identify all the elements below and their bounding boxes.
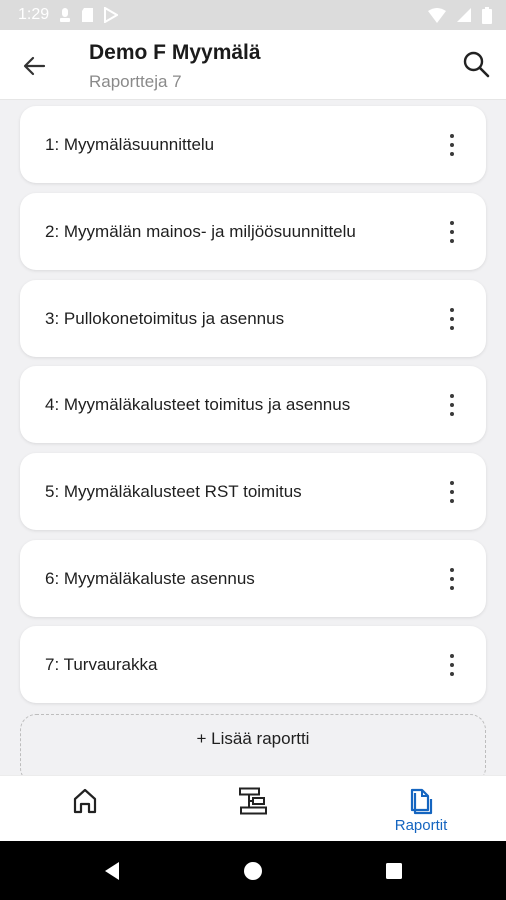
back-triangle-icon[interactable]: [99, 858, 125, 884]
wifi-icon: [428, 7, 446, 23]
signal-icon: [456, 7, 472, 23]
report-title: 3: Pullokonetoimitus ja asennus: [45, 309, 285, 328]
home-icon: [73, 788, 97, 814]
back-button[interactable]: [18, 50, 50, 82]
more-vert-icon: [450, 481, 454, 485]
nav-home[interactable]: [1, 776, 169, 842]
status-bar: 1:29: [0, 0, 506, 30]
report-card[interactable]: 2: Myymälän mainos- ja miljöösuunnittelu: [20, 193, 486, 270]
status-time: 1:29: [18, 6, 50, 23]
notification-icon: [59, 7, 71, 23]
add-report-label: + Lisää raportti: [196, 729, 310, 748]
bottom-navigation: Raportit: [0, 775, 506, 841]
add-report-button[interactable]: + Lisää raportti: [20, 714, 486, 775]
report-title: 2: Myymälän mainos- ja miljöösuunnittelu: [45, 222, 356, 241]
app-bar: Demo F Myymälä Raportteja 7: [0, 30, 506, 100]
report-title: 4: Myymäläkalusteet toimitus ja asennus: [45, 395, 351, 414]
nav-list[interactable]: [169, 776, 337, 842]
report-card[interactable]: 5: Myymäläkalusteet RST toimitus: [20, 453, 486, 530]
search-button[interactable]: [460, 48, 492, 80]
nav-reports[interactable]: Raportit: [337, 776, 505, 842]
report-title: 1: Myymäläsuunnittelu: [45, 135, 215, 154]
home-circle-icon[interactable]: [240, 858, 266, 884]
more-vert-icon: [450, 134, 454, 138]
report-title: 7: Turvaurakka: [45, 655, 158, 674]
more-options-button[interactable]: [446, 481, 458, 503]
sd-card-icon: [81, 7, 94, 23]
more-vert-icon: [450, 221, 454, 225]
page-title: Demo F Myymälä: [89, 41, 261, 64]
more-options-button[interactable]: [446, 654, 458, 676]
report-card[interactable]: 3: Pullokonetoimitus ja asennus: [20, 280, 486, 357]
search-icon: [463, 51, 490, 78]
report-title: 6: Myymäläkaluste asennus: [45, 569, 255, 588]
more-options-button[interactable]: [446, 568, 458, 590]
report-card[interactable]: 6: Myymäläkaluste asennus: [20, 540, 486, 617]
report-title: 5: Myymäläkalusteet RST toimitus: [45, 482, 302, 501]
more-options-button[interactable]: [446, 394, 458, 416]
more-options-button[interactable]: [446, 134, 458, 156]
report-list[interactable]: 1: Myymäläsuunnittelu 2: Myymälän mainos…: [0, 100, 506, 775]
more-vert-icon: [450, 308, 454, 312]
more-vert-icon: [450, 394, 454, 398]
more-options-button[interactable]: [446, 221, 458, 243]
arrow-back-icon: [23, 56, 46, 76]
report-card[interactable]: 4: Myymäläkalusteet toimitus ja asennus: [20, 366, 486, 443]
more-options-button[interactable]: [446, 308, 458, 330]
reports-icon: [410, 788, 433, 815]
report-card[interactable]: 1: Myymäläsuunnittelu: [20, 106, 486, 183]
more-vert-icon: [450, 568, 454, 572]
system-navigation-bar: [0, 841, 506, 900]
nav-reports-label: Raportit: [394, 817, 448, 834]
recents-square-icon[interactable]: [381, 858, 407, 884]
battery-icon: [482, 6, 492, 24]
play-store-icon: [104, 7, 119, 23]
list-icon: [239, 787, 267, 815]
report-card[interactable]: 7: Turvaurakka: [20, 626, 486, 703]
more-vert-icon: [450, 654, 454, 658]
report-count: Raportteja 7: [89, 72, 182, 91]
